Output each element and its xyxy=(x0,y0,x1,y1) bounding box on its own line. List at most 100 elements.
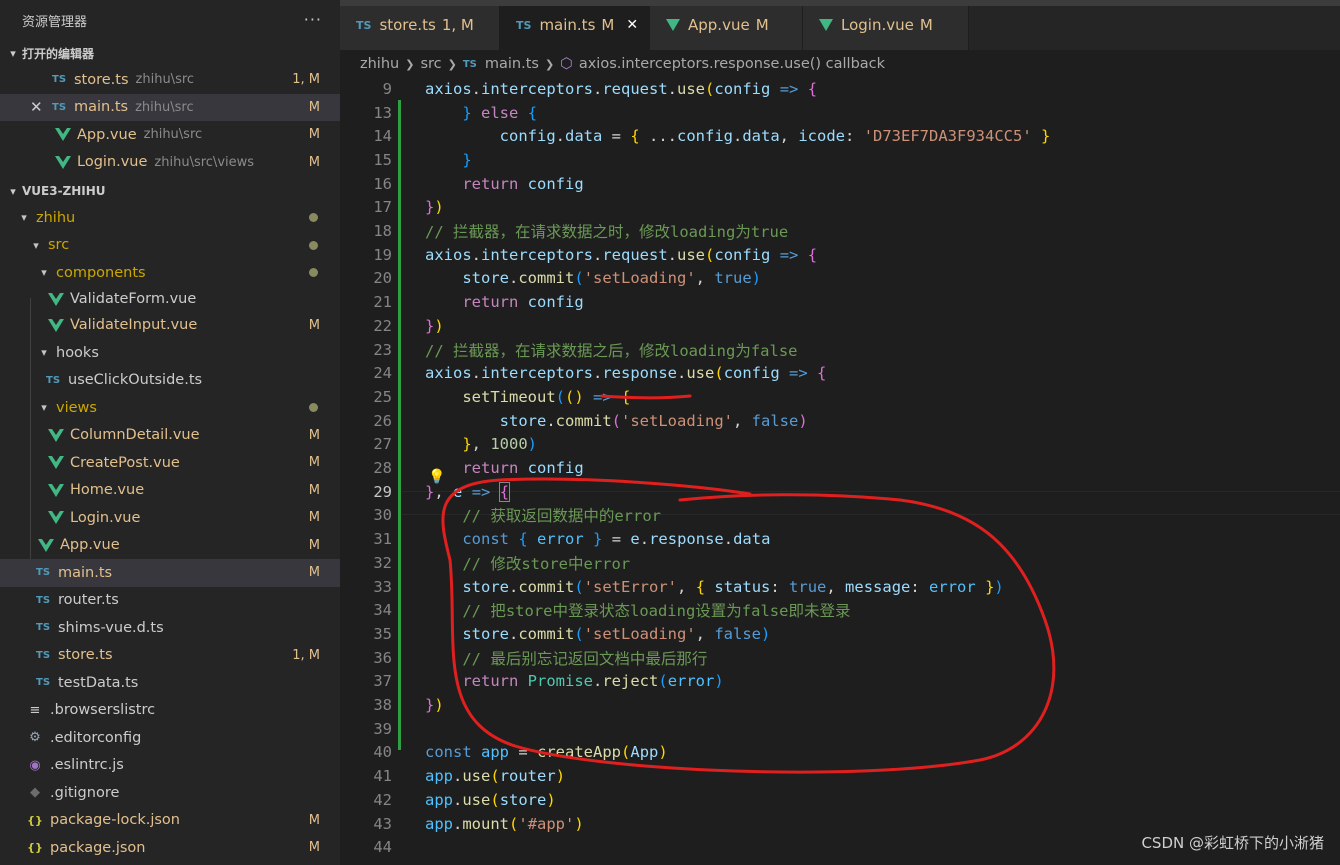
tab-label: App.vue xyxy=(688,16,750,34)
open-editor-filename: Login.vue xyxy=(77,154,148,171)
git-status-badge: M xyxy=(308,317,320,333)
code-line: 29 }, e => { xyxy=(340,480,1340,504)
ts-file-icon: TS xyxy=(516,18,532,32)
line-number: 18 xyxy=(373,222,392,241)
tree-label: .gitignore xyxy=(50,784,120,801)
line-number: 34 xyxy=(373,601,392,620)
breadcrumb-item[interactable]: src xyxy=(420,56,441,72)
line-number: 26 xyxy=(373,411,392,430)
code-comment: // 最后别忘记返回文档中最后那行 xyxy=(462,649,708,668)
tree-label: router.ts xyxy=(58,592,119,609)
tree-file-columndetail[interactable]: ColumnDetail.vue M xyxy=(0,422,340,450)
tree-file-validateinput[interactable]: ValidateInput.vue M xyxy=(0,312,340,340)
tree-folder-src[interactable]: ▾ src xyxy=(0,232,340,260)
token: use xyxy=(462,790,491,809)
tab-app[interactable]: App.vue M xyxy=(650,0,803,50)
token: '#app' xyxy=(518,814,575,833)
line-number: 42 xyxy=(373,790,392,809)
tab-store[interactable]: TS store.ts 1, M xyxy=(340,0,500,50)
tree-file-package-lock[interactable]: {} package-lock.json M xyxy=(0,807,340,835)
token: 1000 xyxy=(490,435,528,454)
code-line: 18 // 拦截器，在请求数据之时，修改loading为true xyxy=(340,219,1340,243)
tree-label: src xyxy=(48,237,70,254)
token: axios xyxy=(425,245,472,264)
close-icon[interactable]: ✕ xyxy=(30,98,52,116)
token: request xyxy=(602,79,668,98)
breadcrumb-item[interactable]: zhihu xyxy=(360,56,399,72)
token: commit xyxy=(518,269,575,288)
code-line: 20 store.commit('setLoading', true) xyxy=(340,267,1340,291)
tree-file-eslintrc[interactable]: ◉ .eslintrc.js xyxy=(0,752,340,780)
vue-file-icon xyxy=(666,19,680,31)
chevron-down-icon: ▾ xyxy=(41,346,47,360)
tree-file-store[interactable]: TS store.ts 1, M xyxy=(0,642,340,670)
git-status-badge: M xyxy=(308,565,320,581)
tree-file-useclickoutside[interactable]: TS useClickOutside.ts xyxy=(0,367,340,395)
code-line: 25 setTimeout(() => { xyxy=(340,385,1340,409)
chevron-right-icon: ❯ xyxy=(447,57,457,71)
breadcrumb-item[interactable]: axios.interceptors.response.use() callba… xyxy=(579,56,885,72)
ts-file-icon: TS xyxy=(462,58,477,70)
token: store xyxy=(462,577,509,596)
tree-file-browserslistrc[interactable]: ≡ .browserslistrc xyxy=(0,697,340,725)
project-header[interactable]: ▾ VUE3-ZHIHU xyxy=(0,178,340,204)
code-comment: // 把store中登录状态loading设置为false即未登录 xyxy=(462,602,851,621)
line-number: 44 xyxy=(373,838,392,857)
code-editor[interactable]: 💡 9 axios.interceptors.request.use(confi… xyxy=(340,78,1340,865)
breadcrumb-item[interactable]: main.ts xyxy=(485,56,539,72)
line-number: 32 xyxy=(373,553,392,572)
more-actions-icon[interactable]: ··· xyxy=(304,10,322,29)
code-line: 13 } else { xyxy=(340,101,1340,125)
open-editor-item-login[interactable]: Login.vue zhihu\src\views M xyxy=(0,149,340,177)
tree-file-home[interactable]: Home.vue M xyxy=(0,477,340,505)
line-number: 30 xyxy=(373,506,392,525)
token: 'setLoading' xyxy=(621,411,733,430)
token: config xyxy=(499,127,556,146)
line-number: 13 xyxy=(373,103,392,122)
code-line: 40 const app = createApp(App) xyxy=(340,741,1340,765)
token: mount xyxy=(462,814,510,833)
open-editors-header[interactable]: ▾ 打开的编辑器 xyxy=(0,40,340,66)
open-editor-item-app[interactable]: App.vue zhihu\src M xyxy=(0,121,340,149)
tree-file-login[interactable]: Login.vue M xyxy=(0,504,340,532)
code-line: 16 return config xyxy=(340,172,1340,196)
token: response xyxy=(602,364,677,383)
line-number: 16 xyxy=(373,174,392,193)
open-editor-item-main[interactable]: ✕ TS main.ts zhihu\src M xyxy=(0,93,340,121)
tree-file-createpost[interactable]: CreatePost.vue M xyxy=(0,449,340,477)
ts-file-icon: TS xyxy=(36,594,51,606)
tree-file-router[interactable]: TS router.ts xyxy=(0,587,340,615)
tab-login[interactable]: Login.vue M xyxy=(803,0,969,50)
tree-file-testdata[interactable]: TS testData.ts xyxy=(0,669,340,697)
chevron-down-icon: ▾ xyxy=(21,211,27,225)
tree-folder-hooks[interactable]: ▾ hooks xyxy=(0,339,340,367)
tab-main[interactable]: TS main.ts M ✕ xyxy=(500,0,650,50)
git-status-badge: M xyxy=(308,455,320,471)
close-icon[interactable]: ✕ xyxy=(626,17,638,33)
tree-file-validateform[interactable]: ValidateForm.vue xyxy=(0,287,340,312)
token: App xyxy=(630,743,659,762)
tree-file-main[interactable]: TS main.ts M xyxy=(0,559,340,587)
open-editor-item-store[interactable]: TS store.ts zhihu\src 1, M xyxy=(0,66,340,94)
tree-label: Home.vue xyxy=(70,482,145,499)
vue-file-icon xyxy=(38,538,54,552)
code-line: 30 // 获取返回数据中的error xyxy=(340,504,1340,528)
tree-file-app[interactable]: App.vue M xyxy=(0,532,340,560)
chevron-down-icon: ▾ xyxy=(10,184,16,198)
tree-folder-components[interactable]: ▾ components xyxy=(0,259,340,287)
tree-label: CreatePost.vue xyxy=(70,454,180,471)
tree-label: views xyxy=(56,399,97,416)
tree-file-shims[interactable]: TS shims-vue.d.ts xyxy=(0,614,340,642)
tree-file-gitignore[interactable]: ◆ .gitignore xyxy=(0,779,340,807)
ts-file-icon: TS xyxy=(356,18,372,32)
vue-file-icon xyxy=(48,428,64,442)
code-line: 19 axios.interceptors.request.use(config… xyxy=(340,243,1340,267)
code-line: 9 axios.interceptors.request.use(config … xyxy=(340,78,1340,101)
tree-folder-zhihu[interactable]: ▾ zhihu xyxy=(0,204,340,232)
tree-folder-views[interactable]: ▾ views xyxy=(0,394,340,422)
tree-file-package[interactable]: {} package.json M xyxy=(0,834,340,862)
explorer-sidebar: 资源管理器 ··· ▾ 打开的编辑器 TS store.ts zhihu\src… xyxy=(0,0,340,865)
line-number: 22 xyxy=(373,316,392,335)
token: const xyxy=(462,530,509,549)
tree-file-editorconfig[interactable]: ⚙ .editorconfig xyxy=(0,724,340,752)
